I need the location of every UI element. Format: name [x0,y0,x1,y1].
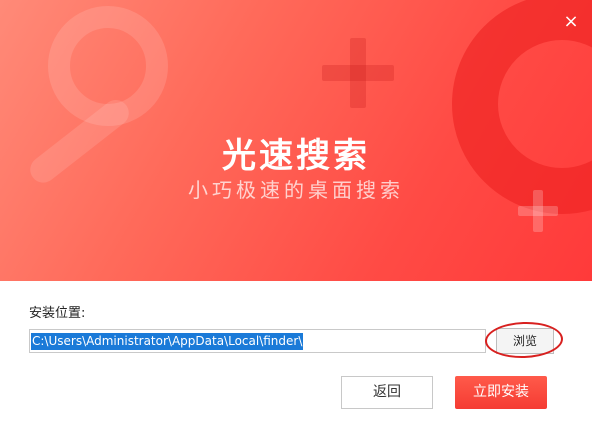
header-banner: × 光速搜索 小巧极速的桌面搜索 [0,0,592,281]
install-path-value: C:\Users\Administrator\AppData\Local\fin… [31,333,304,350]
install-path-input[interactable]: C:\Users\Administrator\AppData\Local\fin… [29,329,486,353]
magnifier-ring-decoration [48,6,168,126]
close-icon[interactable]: × [561,12,581,32]
install-location-label: 安装位置: [29,306,86,321]
app-title: 光速搜索 [222,136,370,176]
plus-decoration [350,38,366,108]
app-subtitle: 小巧极速的桌面搜索 [188,178,404,202]
install-now-button[interactable]: 立即安装 [455,376,547,409]
back-button[interactable]: 返回 [341,376,433,409]
